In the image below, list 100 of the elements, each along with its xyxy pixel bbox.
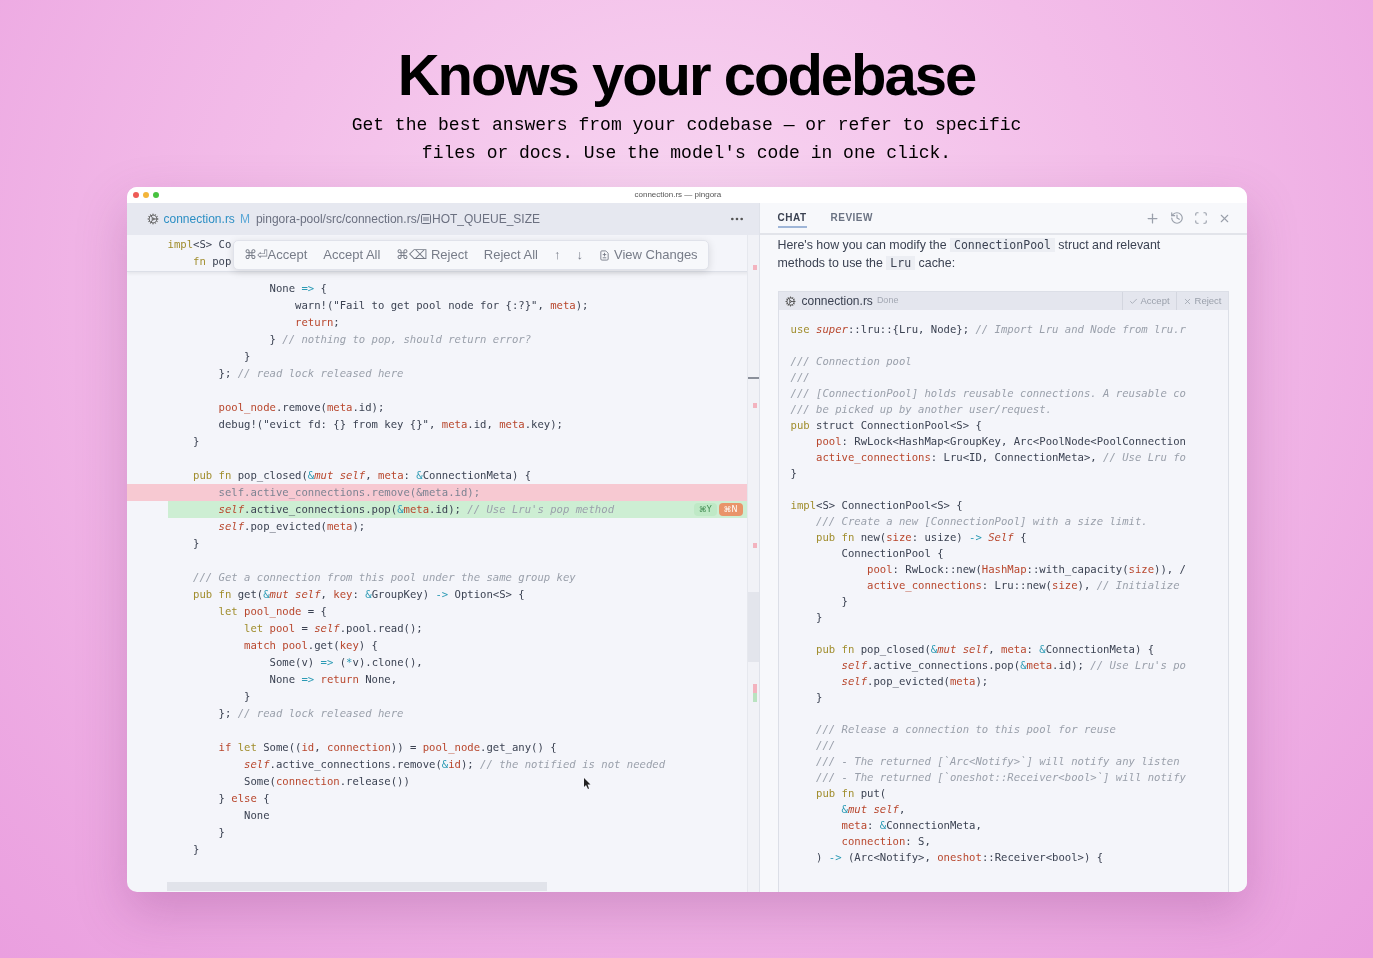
shortcut-badge[interactable]: ⌘Y — [693, 503, 717, 516]
code-line: }; // read lock released here — [217, 706, 404, 721]
file-name[interactable]: connection.rs — [163, 210, 235, 228]
code-line: pub fn pop_closed(&mut self, meta: &ConnectionMeta) { — [815, 642, 1155, 657]
code-line: let pool_node = { — [217, 604, 327, 620]
code-line: pool_node.remove(meta.id); — [217, 400, 385, 416]
diff-icon — [599, 249, 610, 261]
code-line: pub fn put( — [815, 786, 887, 801]
panel-tab[interactable]: CHAT — [777, 208, 807, 228]
code-line: pub fn new(size: usize) -> Self { — [815, 530, 1027, 545]
code-line: debug!("evict fd: {} from key {}", meta.id, meta.key); — [217, 417, 563, 432]
code-line: connection: S, — [840, 834, 931, 849]
code-line: pool: RwLock<HashMap<GroupKey, Arc<PoolNode<PoolConnection — [815, 434, 1186, 449]
code-line: self.pop_evicted(meta); — [217, 519, 366, 535]
minimize-window-icon[interactable] — [142, 192, 149, 198]
check-icon — [1128, 296, 1138, 306]
expand-icon[interactable] — [1193, 211, 1208, 225]
change-marker — [752, 265, 757, 270]
code-line: impl<S> Co — [167, 237, 232, 252]
shortcut-badge[interactable]: ⌘N — [718, 503, 743, 516]
code-line: pub struct ConnectionPool<S> { — [790, 418, 982, 433]
code-line: if let Some((id, connection)) = pool_node.get_any() { — [217, 740, 557, 756]
code-line: } — [815, 690, 823, 705]
code-line: /// - The returned [`oneshot::Receiver<bool>`] will notify — [815, 770, 1186, 785]
close-icon — [1182, 296, 1192, 306]
horizontal-scrollbar[interactable] — [166, 882, 547, 891]
code-line: fn pop — [192, 254, 232, 269]
code-line: self.active_connections.remove(&meta.id); — [217, 485, 481, 501]
toolbar-button[interactable]: ↑ — [554, 245, 561, 265]
code-line: } // nothing to pop, should return error? — [268, 332, 532, 347]
code-line: pool: RwLock::new(HashMap::with_capacity(size)), / — [866, 562, 1186, 577]
code-line: warn!("Fail to get pool node for {:?}", meta); — [294, 298, 589, 313]
code-line: /// Create a new [ConnectionPool] with a size limit. — [815, 514, 1148, 529]
code-line: /// Connection pool — [790, 354, 912, 369]
code-line: }; // read lock released here — [217, 366, 404, 381]
hero-subtitle: Get the best answers from your codebase — or refer to specific files or docs. Use the model's code in one click. — [350, 114, 1023, 165]
mouse-pointer-icon — [583, 778, 591, 789]
file-path[interactable]: pingora-pool/src/connection.rs/ — [255, 210, 420, 228]
view-changes-button[interactable]: View Changes — [599, 245, 698, 265]
code-line: } — [192, 842, 200, 857]
change-marker — [752, 684, 757, 702]
code-line: self.active_connections.pop(&meta.id); // Use Lru's po — [840, 658, 1186, 673]
accept-button[interactable]: Accept — [1121, 292, 1176, 310]
code-line: /// — [790, 370, 810, 385]
code-line: impl<S> ConnectionPool<S> { — [790, 498, 963, 513]
scrollbar-thumb[interactable] — [747, 592, 759, 662]
code-line: pub fn get(&mut self, key: &GroupKey) -> Option<S> { — [192, 587, 525, 602]
code-line: } — [217, 825, 225, 840]
toolbar-button[interactable]: ⌘⌫ Reject — [396, 245, 468, 265]
code-line: } — [840, 594, 848, 609]
code-line: self.pop_evicted(meta); — [840, 674, 989, 689]
code-line: /// — [815, 738, 836, 753]
code-line: } — [192, 536, 200, 551]
toolbar-button[interactable]: Accept All — [323, 245, 381, 265]
code-line: /// Get a connection from this pool under the same group key — [192, 570, 576, 585]
code-line: let pool = self.pool.read(); — [243, 621, 423, 636]
code-line: None => return None, — [268, 672, 398, 687]
reject-button[interactable]: Reject — [1175, 292, 1228, 310]
toolbar-button[interactable]: ↓ — [576, 245, 583, 265]
code-line: active_connections: Lru<ID, ConnectionMeta>, // Use Lru fo — [815, 450, 1186, 465]
code-line: self.active_connections.remove(&id); // the notified is not needed — [243, 757, 666, 773]
toolbar-button[interactable]: ⌘⏎Accept — [243, 245, 308, 265]
code-line: None => { — [268, 281, 327, 296]
code-line: ) -> (Arc<Notify>, oneshot::Receiver<bool>) { — [815, 850, 1104, 865]
code-line: use super::lru::{Lru, Node}; // Import Lru and Node from lru.r — [790, 322, 1186, 337]
change-marker — [752, 543, 757, 548]
history-icon[interactable] — [1169, 211, 1184, 225]
code-line: Some(connection.release()) — [243, 774, 410, 789]
code-line: meta: &ConnectionMeta, — [840, 818, 982, 833]
toolbar-button[interactable]: Reject All — [483, 245, 538, 265]
symbol-name[interactable]: HOT_QUEUE_SIZE — [431, 210, 540, 228]
new-chat-icon[interactable] — [1144, 210, 1160, 226]
apply-status: Done — [876, 294, 899, 308]
code-line: None — [243, 808, 270, 823]
code-line: active_connections: Lru::new(size), // Initialize — [866, 578, 1180, 593]
code-line: /// [ConnectionPool] holds reusable connections. A reusable co — [790, 386, 1186, 401]
code-line: return; — [294, 315, 340, 330]
code-line: &mut self, — [840, 802, 906, 817]
code-line: ConnectionPool { — [840, 546, 944, 561]
close-window-icon[interactable] — [132, 192, 139, 198]
change-marker — [752, 403, 757, 408]
code-line: } — [815, 610, 823, 625]
file-type-icon — [146, 213, 159, 225]
modified-status: M — [239, 211, 250, 228]
code-line: pub fn pop_closed(&mut self, meta: &ConnectionMeta) { — [192, 468, 532, 484]
symbol-icon — [419, 213, 432, 225]
code-line: } — [790, 466, 797, 481]
panel-tab[interactable]: REVIEW — [830, 208, 873, 228]
code-line: match pool.get(key) { — [243, 638, 378, 653]
code-line: } else { — [217, 791, 270, 806]
cursor-marker — [747, 377, 759, 379]
code-line: /// Release a connection to this pool for reuse — [815, 722, 1116, 737]
chat-message: Here's how you can modify the ConnectionPool struct and relevant methods to use the Lru cache: — [776, 237, 1162, 272]
code-line: /// - The returned [`Arc<Notify>`] will notify any listen — [815, 754, 1180, 769]
code-line: } — [192, 434, 200, 449]
hero-title: Knows your codebase — [397, 41, 976, 109]
zoom-window-icon[interactable] — [152, 192, 159, 198]
file-type-icon — [784, 295, 796, 307]
code-line: } — [243, 689, 251, 704]
code-line: self.active_connections.pop(&meta.id); // Use Lru's pop method — [217, 502, 614, 518]
